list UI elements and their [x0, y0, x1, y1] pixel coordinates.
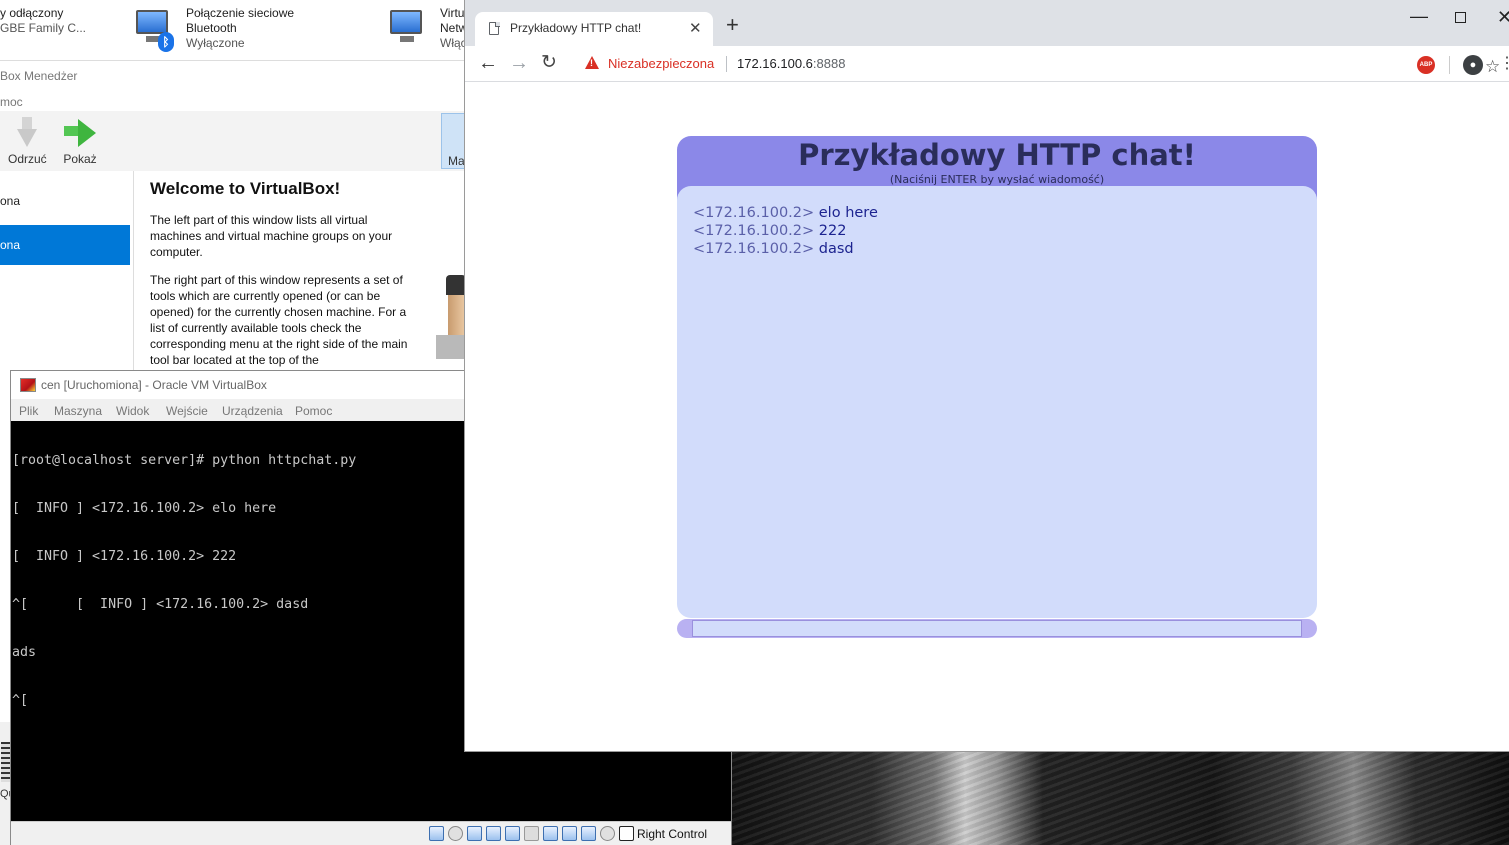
vm-list-item-selected[interactable]: ona — [0, 225, 130, 265]
vm-list-item[interactable]: ona — [0, 181, 130, 221]
menu-item-machine[interactable]: Maszyna — [54, 404, 102, 418]
chat-message-log: <172.16.100.2> elo here <172.16.100.2> 2… — [677, 186, 1317, 618]
monitor-icon — [390, 10, 422, 34]
optical-drive-icon[interactable] — [448, 826, 463, 841]
virtualbox-manager-window: Box Menedżer moc Odrzuć Pokaż Ma ona ona… — [0, 60, 470, 376]
network-adapter-bluetooth[interactable]: Połączenie sieciowe Bluetooth Wyłączone — [186, 6, 294, 51]
shared-folders-icon[interactable] — [524, 826, 539, 841]
menu-item-file[interactable]: Plik — [19, 404, 38, 418]
adapter-name-line2: Bluetooth — [186, 21, 237, 35]
show-button[interactable]: Pokaż — [62, 117, 98, 166]
message-sender: <172.16.100.2> — [693, 223, 815, 239]
new-tab-button[interactable]: + — [726, 14, 739, 36]
menu-item-help[interactable]: Pomoc — [295, 404, 332, 418]
adapter-name: Połączenie sieciowe — [186, 6, 295, 20]
welcome-paragraph-1: The left part of this window lists all v… — [150, 213, 393, 259]
network-adapter-icon: ᛒ — [134, 8, 174, 52]
bookmark-star-icon[interactable]: ☆ — [1485, 57, 1500, 77]
chat-message: <172.16.100.2> elo here — [693, 204, 1301, 222]
host-key-label: Right Control — [637, 827, 708, 841]
discard-label: Odrzuć — [8, 152, 47, 166]
profile-avatar-icon[interactable]: ● — [1463, 55, 1483, 75]
minimize-icon[interactable]: — — [1410, 6, 1428, 27]
network-adapter-icon — [388, 8, 428, 48]
message-text: 222 — [818, 223, 847, 239]
browser-tab-chat[interactable]: Przykładowy HTTP chat! ✕ — [475, 12, 713, 46]
main-toolbar: Odrzuć Pokaż — [0, 111, 470, 171]
security-status-label[interactable]: Niezabezpieczona — [608, 56, 714, 71]
status-indicators — [429, 826, 638, 842]
keyboard-capture-icon[interactable] — [619, 826, 634, 841]
reload-icon[interactable]: ↻ — [541, 51, 557, 75]
chat-message: <172.16.100.2> dasd — [693, 240, 1301, 258]
adblock-plus-icon[interactable]: ABP — [1417, 56, 1435, 74]
menu-item-input[interactable]: Wejście — [166, 404, 208, 418]
network-connections-window: y odłączony GBE Family C... ᛒ Połączenie… — [0, 0, 470, 60]
close-window-icon[interactable]: ✕ — [1497, 7, 1509, 28]
network-icon[interactable] — [486, 826, 501, 841]
close-tab-icon[interactable]: ✕ — [689, 19, 702, 37]
arrow-down-icon — [9, 117, 45, 149]
vm-window-title: cen [Uruchomiona] - Oracle VM VirtualBox — [41, 378, 267, 392]
usb-icon[interactable] — [505, 826, 520, 841]
bluetooth-icon: ᛒ — [158, 32, 174, 52]
page-icon — [489, 21, 500, 35]
show-label: Pokaż — [63, 152, 97, 166]
chat-title: Przykładowy HTTP chat! — [798, 138, 1196, 172]
vm-statusbar: Right Control — [11, 821, 731, 845]
url-text[interactable]: 172.16.100.6:8888 — [737, 56, 845, 71]
chat-message-input[interactable] — [692, 620, 1302, 637]
mouse-integration-icon[interactable] — [600, 826, 615, 841]
tab-title: Przykładowy HTTP chat! — [510, 21, 642, 35]
chat-message: <172.16.100.2> 222 — [693, 222, 1301, 240]
virtualbox-logo-icon — [20, 378, 36, 392]
network-adapter-ethernet[interactable]: y odłączony GBE Family C... — [0, 6, 86, 36]
barcode-icon — [1, 742, 10, 782]
menu-item-view[interactable]: Widok — [116, 404, 149, 418]
menu-item-devices[interactable]: Urządzenia — [222, 404, 283, 418]
hard-disk-icon[interactable] — [429, 826, 444, 841]
welcome-paragraph-2: The right part of this window represents… — [150, 273, 408, 367]
message-text: elo here — [818, 205, 878, 221]
maximize-icon[interactable] — [1455, 12, 1466, 23]
arrow-right-icon — [62, 117, 98, 149]
discard-button[interactable]: Odrzuć — [8, 117, 47, 166]
adapter-status: Wyłączone — [186, 36, 245, 50]
chat-input-container — [677, 619, 1317, 638]
vm-list: ona ona — [0, 171, 134, 376]
message-sender: <172.16.100.2> — [693, 241, 815, 257]
display-icon[interactable] — [543, 826, 558, 841]
welcome-pane: Welcome to VirtualBox! The left part of … — [150, 179, 420, 380]
address-bar[interactable]: Niezabezpieczona 172.16.100.6:8888 ☆ — [575, 50, 1500, 78]
welcome-heading: Welcome to VirtualBox! — [150, 179, 341, 198]
message-text: dasd — [818, 241, 854, 257]
welcome-illustration-icon — [436, 275, 466, 359]
kebab-menu-icon[interactable]: ⋮ — [1499, 54, 1509, 74]
warning-icon[interactable] — [585, 56, 599, 69]
cpu-icon[interactable] — [581, 826, 596, 841]
message-sender: <172.16.100.2> — [693, 205, 815, 221]
window-title: Box Menedżer — [0, 69, 78, 83]
video-capture-icon[interactable] — [562, 826, 577, 841]
browser-toolbar: ← → ↻ Niezabezpieczona 172.16.100.6:8888… — [465, 46, 1509, 82]
back-arrow-icon[interactable]: ← — [478, 51, 498, 75]
adapter-device: GBE Family C... — [0, 21, 87, 35]
tab-strip: Przykładowy HTTP chat! ✕ + — ✕ — [465, 0, 1509, 46]
audio-icon[interactable] — [467, 826, 482, 841]
desktop-wallpaper — [732, 752, 1509, 845]
chat-app: Przykładowy HTTP chat! (Naciśnij ENTER b… — [677, 136, 1317, 638]
adapter-name: y odłączony — [0, 6, 64, 20]
url-port: :8888 — [812, 56, 846, 71]
monitor-icon — [136, 10, 168, 34]
url-host: 172.16.100.6 — [737, 56, 813, 71]
menu-item-help[interactable]: moc — [0, 95, 23, 109]
browser-window: Przykładowy HTTP chat! ✕ + — ✕ ← → ↻ Nie… — [464, 0, 1509, 752]
chat-hint: (Naciśnij ENTER by wysłać wiadomość) — [889, 173, 1105, 186]
forward-arrow-icon[interactable]: → — [509, 51, 529, 75]
